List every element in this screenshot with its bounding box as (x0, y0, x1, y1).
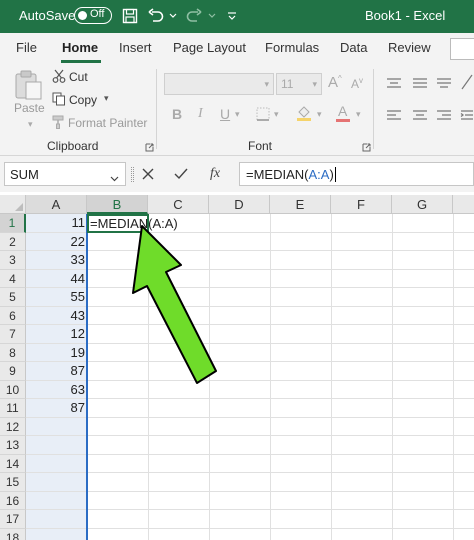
arrow-shape (132, 225, 217, 384)
annotation-arrow (132, 225, 217, 384)
